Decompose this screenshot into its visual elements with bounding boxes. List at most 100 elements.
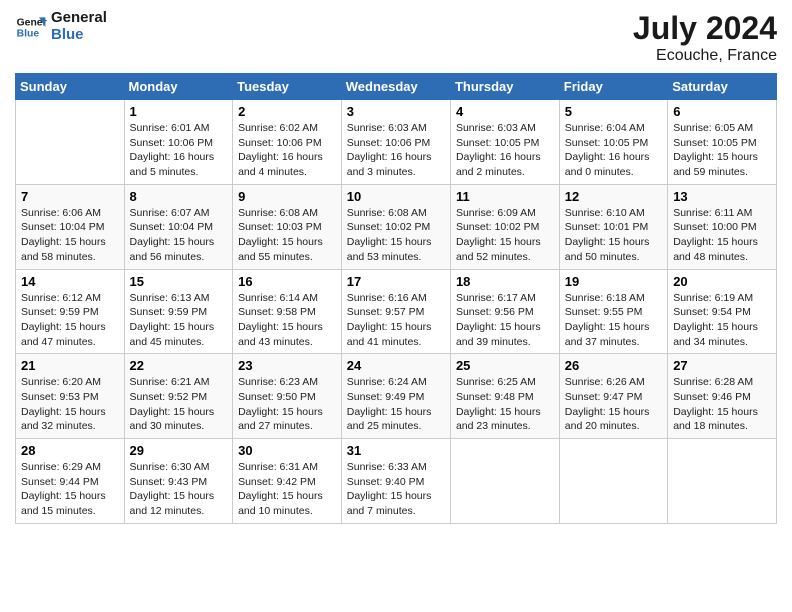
day-info: Sunrise: 6:21 AMSunset: 9:52 PMDaylight:… [130,375,228,434]
day-number: 22 [130,358,228,373]
day-number: 26 [565,358,662,373]
calendar-cell: 9 Sunrise: 6:08 AMSunset: 10:03 PMDayligh… [233,184,342,269]
day-number: 8 [130,189,228,204]
day-info: Sunrise: 6:23 AMSunset: 9:50 PMDaylight:… [238,375,336,434]
day-info: Sunrise: 6:19 AMSunset: 9:54 PMDaylight:… [673,291,771,350]
calendar-cell: 8 Sunrise: 6:07 AMSunset: 10:04 PMDayligh… [124,184,233,269]
calendar-cell: 27 Sunrise: 6:28 AMSunset: 9:46 PMDayligh… [668,354,777,439]
calendar-cell: 3 Sunrise: 6:03 AMSunset: 10:06 PMDayligh… [341,100,450,185]
calendar-cell: 13 Sunrise: 6:11 AMSunset: 10:00 PMDaylig… [668,184,777,269]
logo-general-text: General [51,10,107,27]
day-number: 24 [347,358,445,373]
calendar-cell: 10Sunrise: 6:08 AMSunset: 10:02 PMDaylig… [341,184,450,269]
logo: General Blue General Blue [15,10,107,43]
day-info: Sunrise: 6:03 AMSunset: 10:05 PMDaylight… [456,121,554,180]
day-info: Sunrise: 6:08 AMSunset: 10:02 PMDaylight… [347,206,445,265]
calendar-table: SundayMondayTuesdayWednesdayThursdayFrid… [15,73,777,524]
day-info: Sunrise: 6:30 AMSunset: 9:43 PMDaylight:… [130,460,228,519]
title-area: July 2024 Ecouche, France [633,10,777,65]
day-info: Sunrise: 6:24 AMSunset: 9:49 PMDaylight:… [347,375,445,434]
day-number: 17 [347,274,445,289]
calendar-cell: 21 Sunrise: 6:20 AMSunset: 9:53 PMDayligh… [16,354,125,439]
calendar-cell: 26 Sunrise: 6:26 AMSunset: 9:47 PMDayligh… [559,354,667,439]
day-number: 5 [565,104,662,119]
calendar-week-2: 7 Sunrise: 6:06 AMSunset: 10:04 PMDayligh… [16,184,777,269]
day-number: 30 [238,443,336,458]
calendar-cell: 20 Sunrise: 6:19 AMSunset: 9:54 PMDayligh… [668,269,777,354]
column-header-sunday: Sunday [16,74,125,100]
calendar-cell: 6Sunrise: 6:05 AMSunset: 10:05 PMDayligh… [668,100,777,185]
day-info: Sunrise: 6:02 AMSunset: 10:06 PMDaylight… [238,121,336,180]
calendar-cell: 28Sunrise: 6:29 AMSunset: 9:44 PMDayligh… [16,439,125,524]
month-title: July 2024 [633,10,777,47]
calendar-cell [668,439,777,524]
calendar-cell: 5 Sunrise: 6:04 AMSunset: 10:05 PMDayligh… [559,100,667,185]
location: Ecouche, France [633,47,777,65]
calendar-cell: 25Sunrise: 6:25 AMSunset: 9:48 PMDayligh… [450,354,559,439]
calendar-cell [16,100,125,185]
calendar-cell: 29 Sunrise: 6:30 AMSunset: 9:43 PMDayligh… [124,439,233,524]
day-number: 13 [673,189,771,204]
column-header-thursday: Thursday [450,74,559,100]
day-number: 3 [347,104,445,119]
day-info: Sunrise: 6:14 AMSunset: 9:58 PMDaylight:… [238,291,336,350]
logo-icon: General Blue [15,11,47,43]
calendar-cell: 2 Sunrise: 6:02 AMSunset: 10:06 PMDayligh… [233,100,342,185]
column-header-saturday: Saturday [668,74,777,100]
day-info: Sunrise: 6:20 AMSunset: 9:53 PMDaylight:… [21,375,119,434]
calendar-cell: 19Sunrise: 6:18 AMSunset: 9:55 PMDayligh… [559,269,667,354]
day-info: Sunrise: 6:17 AMSunset: 9:56 PMDaylight:… [456,291,554,350]
column-header-wednesday: Wednesday [341,74,450,100]
calendar-cell: 23 Sunrise: 6:23 AMSunset: 9:50 PMDayligh… [233,354,342,439]
calendar-cell: 4Sunrise: 6:03 AMSunset: 10:05 PMDayligh… [450,100,559,185]
calendar-cell: 31Sunrise: 6:33 AMSunset: 9:40 PMDayligh… [341,439,450,524]
day-info: Sunrise: 6:08 AMSunset: 10:03 PMDaylight… [238,206,336,265]
calendar-cell: 15Sunrise: 6:13 AMSunset: 9:59 PMDayligh… [124,269,233,354]
column-header-monday: Monday [124,74,233,100]
day-number: 23 [238,358,336,373]
calendar-cell [559,439,667,524]
calendar-cell: 18 Sunrise: 6:17 AMSunset: 9:56 PMDayligh… [450,269,559,354]
day-number: 20 [673,274,771,289]
calendar-cell: 14 Sunrise: 6:12 AMSunset: 9:59 PMDayligh… [16,269,125,354]
day-info: Sunrise: 6:09 AMSunset: 10:02 PMDaylight… [456,206,554,265]
day-number: 19 [565,274,662,289]
day-info: Sunrise: 6:33 AMSunset: 9:40 PMDaylight:… [347,460,445,519]
day-number: 7 [21,189,119,204]
day-info: Sunrise: 6:26 AMSunset: 9:47 PMDaylight:… [565,375,662,434]
calendar-cell: 1 Sunrise: 6:01 AMSunset: 10:06 PMDayligh… [124,100,233,185]
calendar-header-row: SundayMondayTuesdayWednesdayThursdayFrid… [16,74,777,100]
day-info: Sunrise: 6:11 AMSunset: 10:00 PMDaylight… [673,206,771,265]
calendar-cell: 17 Sunrise: 6:16 AMSunset: 9:57 PMDayligh… [341,269,450,354]
header: General Blue General Blue July 2024 Ecou… [15,10,777,65]
calendar-cell: 30Sunrise: 6:31 AMSunset: 9:42 PMDayligh… [233,439,342,524]
day-info: Sunrise: 6:12 AMSunset: 9:59 PMDaylight:… [21,291,119,350]
calendar-cell: 24 Sunrise: 6:24 AMSunset: 9:49 PMDayligh… [341,354,450,439]
day-info: Sunrise: 6:28 AMSunset: 9:46 PMDaylight:… [673,375,771,434]
day-number: 11 [456,189,554,204]
day-number: 6 [673,104,771,119]
day-number: 29 [130,443,228,458]
day-info: Sunrise: 6:03 AMSunset: 10:06 PMDaylight… [347,121,445,180]
day-info: Sunrise: 6:07 AMSunset: 10:04 PMDaylight… [130,206,228,265]
day-number: 2 [238,104,336,119]
column-header-friday: Friday [559,74,667,100]
day-info: Sunrise: 6:01 AMSunset: 10:06 PMDaylight… [130,121,228,180]
day-number: 9 [238,189,336,204]
day-info: Sunrise: 6:16 AMSunset: 9:57 PMDaylight:… [347,291,445,350]
calendar-week-3: 14 Sunrise: 6:12 AMSunset: 9:59 PMDayligh… [16,269,777,354]
day-number: 16 [238,274,336,289]
calendar-cell: 7 Sunrise: 6:06 AMSunset: 10:04 PMDayligh… [16,184,125,269]
calendar-cell: 22 Sunrise: 6:21 AMSunset: 9:52 PMDayligh… [124,354,233,439]
day-number: 27 [673,358,771,373]
day-info: Sunrise: 6:06 AMSunset: 10:04 PMDaylight… [21,206,119,265]
calendar-week-4: 21 Sunrise: 6:20 AMSunset: 9:53 PMDayligh… [16,354,777,439]
calendar-cell: 12Sunrise: 6:10 AMSunset: 10:01 PMDaylig… [559,184,667,269]
day-info: Sunrise: 6:10 AMSunset: 10:01 PMDaylight… [565,206,662,265]
day-number: 21 [21,358,119,373]
day-number: 1 [130,104,228,119]
day-info: Sunrise: 6:04 AMSunset: 10:05 PMDaylight… [565,121,662,180]
day-number: 14 [21,274,119,289]
calendar-body: 1 Sunrise: 6:01 AMSunset: 10:06 PMDayligh… [16,100,777,524]
day-number: 18 [456,274,554,289]
